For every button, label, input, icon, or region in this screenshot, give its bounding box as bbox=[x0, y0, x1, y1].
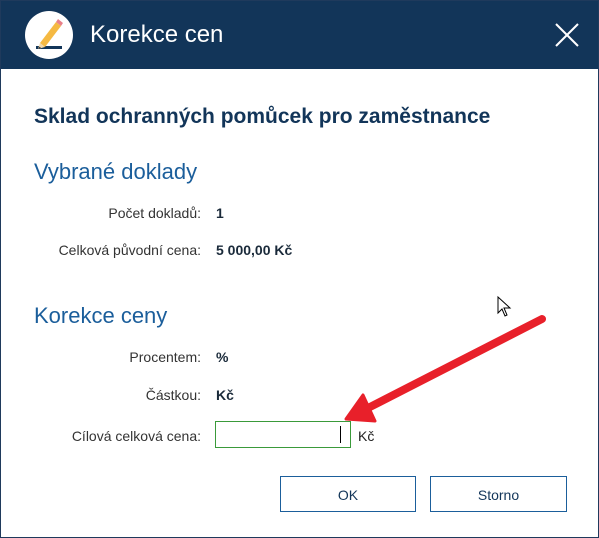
text-caret bbox=[340, 426, 341, 443]
warehouse-heading: Sklad ochranných pomůcek pro zaměstnance bbox=[34, 105, 491, 128]
target-price-label: Cílová celková cena: bbox=[71, 428, 201, 444]
red-arrow-icon bbox=[344, 315, 546, 423]
window-title: Korekce cen bbox=[90, 21, 224, 48]
correction-title: Korekce ceny bbox=[34, 303, 168, 328]
correction-dialog: Korekce cen Sklad ochranných pomůcek pro… bbox=[0, 0, 599, 538]
cancel-button[interactable]: Storno bbox=[430, 476, 567, 512]
target-price-input[interactable] bbox=[215, 421, 351, 448]
pencil-edit-icon bbox=[25, 11, 73, 59]
original-price-value: 5 000,00 Kč bbox=[216, 242, 293, 258]
selected-docs-title: Vybrané doklady bbox=[34, 159, 198, 184]
percent-label: Procentem: bbox=[129, 349, 201, 365]
close-icon bbox=[555, 23, 579, 47]
title-bar: Korekce cen bbox=[1, 1, 598, 69]
mouse-cursor-icon bbox=[497, 295, 512, 317]
amount-label: Částkou: bbox=[145, 387, 201, 403]
amount-unit[interactable]: Kč bbox=[216, 387, 234, 403]
target-price-unit: Kč bbox=[358, 428, 375, 444]
doc-count-label: Počet dokladů: bbox=[108, 205, 201, 221]
doc-count-value: 1 bbox=[216, 205, 224, 221]
original-price-label: Celková původní cena: bbox=[58, 242, 201, 258]
close-button[interactable] bbox=[545, 13, 589, 57]
annotation-overlay bbox=[344, 295, 546, 423]
ok-button[interactable]: OK bbox=[280, 476, 416, 512]
percent-unit[interactable]: % bbox=[216, 349, 228, 365]
